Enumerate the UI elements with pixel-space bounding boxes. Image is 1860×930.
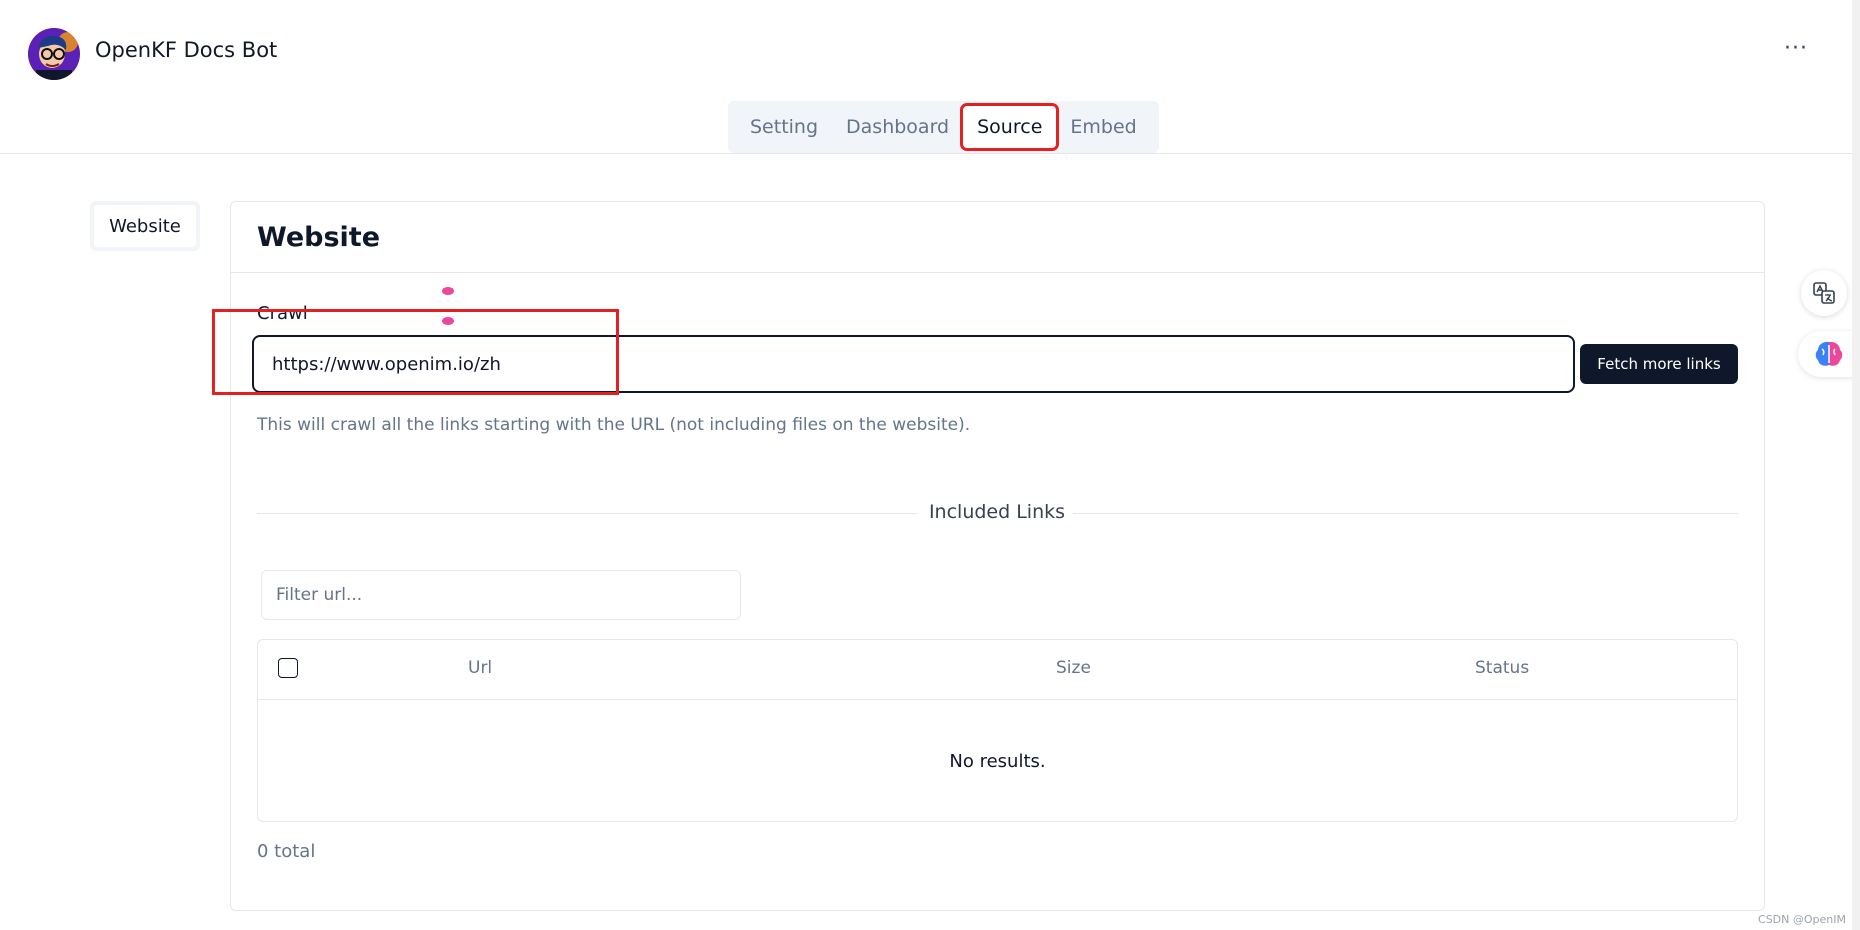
column-header-status[interactable]: Status	[1475, 658, 1529, 678]
translate-icon	[1813, 282, 1835, 304]
column-header-url[interactable]: Url	[468, 658, 492, 678]
fetch-more-links-button[interactable]: Fetch more links	[1580, 344, 1738, 384]
card-title: Website	[257, 222, 381, 253]
more-options-button[interactable]: ···	[1784, 36, 1808, 61]
source-type-nav: Website	[90, 201, 200, 251]
tab-embed[interactable]: Embed	[1056, 106, 1150, 148]
crawl-helper-text: This will crawl all the links starting w…	[257, 415, 971, 435]
tab-setting[interactable]: Setting	[736, 106, 832, 148]
header: OpenKF Docs Bot ··· Setting Dashboard So…	[0, 0, 1860, 154]
tab-dashboard[interactable]: Dashboard	[832, 106, 963, 148]
links-table: Url Size Status No results.	[257, 639, 1738, 822]
text-cursor-top-icon	[442, 287, 454, 295]
avatar-cartoon-icon	[28, 28, 80, 80]
column-header-size[interactable]: Size	[1056, 658, 1091, 678]
select-all-checkbox[interactable]	[278, 658, 298, 678]
side-item-website[interactable]: Website	[94, 205, 196, 247]
divider-line	[257, 513, 917, 514]
app-title: OpenKF Docs Bot	[95, 38, 278, 62]
divider-line	[1073, 513, 1738, 514]
app-page: OpenKF Docs Bot ··· Setting Dashboard So…	[0, 0, 1860, 930]
watermark-text: CSDN @OpenIM	[1758, 913, 1846, 926]
bot-avatar	[28, 28, 80, 80]
empty-results-row: No results.	[949, 750, 1046, 772]
annotation-highlight-box	[212, 309, 619, 395]
brain-icon	[1815, 341, 1843, 366]
included-links-heading: Included Links	[928, 501, 1066, 523]
filter-url-input[interactable]	[261, 570, 741, 620]
main-tabs: Setting Dashboard Source Embed	[728, 101, 1159, 153]
total-count: 0 total	[257, 841, 316, 862]
ai-assistant-tool-button[interactable]	[1798, 331, 1860, 377]
website-source-card: Website Crawl Fetch more links This will…	[230, 201, 1765, 911]
tab-source[interactable]: Source	[960, 103, 1060, 151]
translate-tool-button[interactable]	[1801, 270, 1847, 316]
scrollbar[interactable]	[1852, 0, 1860, 930]
card-divider	[231, 272, 1764, 273]
table-header: Url Size Status	[258, 640, 1737, 700]
